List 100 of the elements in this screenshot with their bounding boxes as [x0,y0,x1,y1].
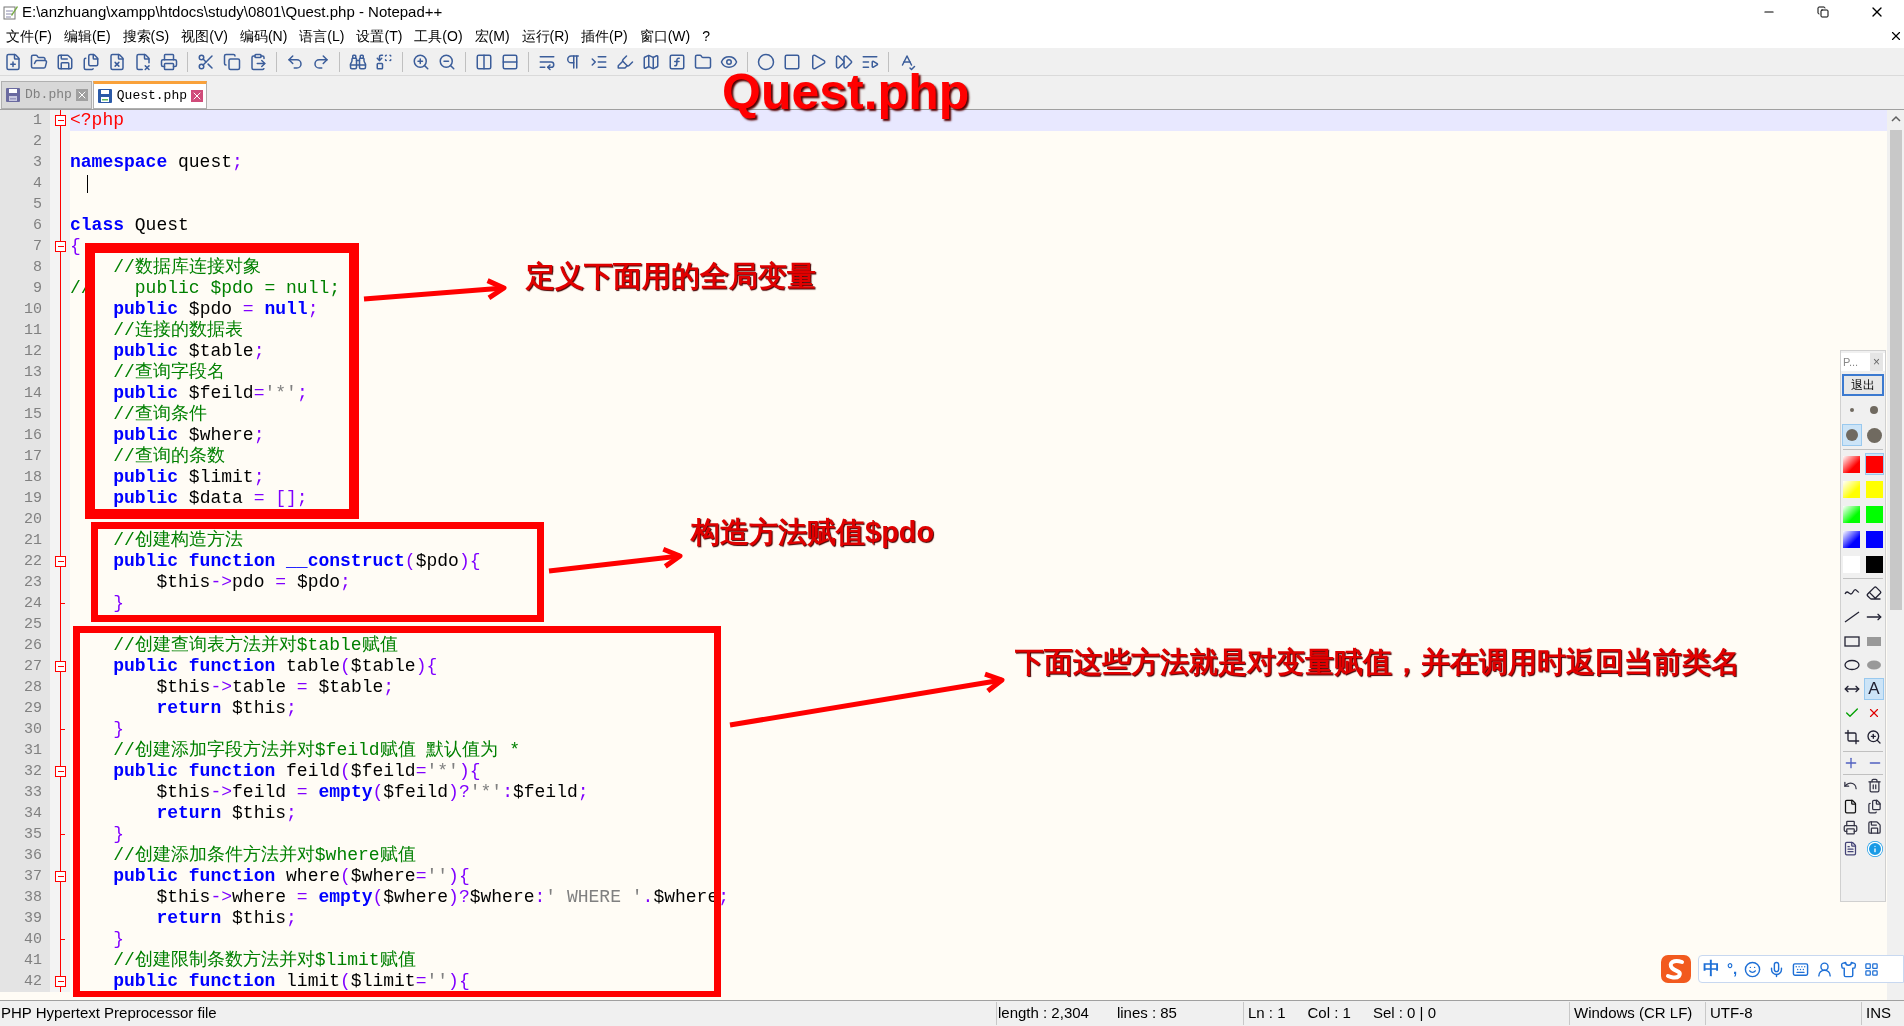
code-line: return $this; [155,908,297,929]
columns-icon[interactable] [475,52,493,71]
fold-toggle-icon[interactable] [55,871,66,882]
record-icon[interactable] [757,52,775,71]
map-icon[interactable] [642,52,660,71]
highlighter-icon[interactable] [616,52,634,71]
punctuation-toggle[interactable]: °, [1727,957,1738,981]
plus-icon[interactable] [1843,755,1859,771]
menu-item[interactable]: 运行(R) [515,25,575,47]
smiley-icon[interactable] [1744,960,1762,978]
eraser-icon [1866,585,1882,601]
insert-mode-label: INS [1861,1002,1891,1025]
fold-toggle-icon[interactable] [55,115,66,126]
line-number: 6 [0,215,50,236]
pen-size-option[interactable] [1842,424,1862,446]
file-tab[interactable]: Quest.php [92,81,208,109]
line-number: 20 [0,509,50,530]
pilcrow-icon[interactable] [564,52,582,71]
column-label: Col : 1 [1307,1003,1351,1024]
zoom-out-icon[interactable] [438,52,456,71]
undo-icon[interactable] [286,52,304,71]
fold-toggle-icon[interactable] [55,241,66,252]
fold-toggle-icon[interactable] [55,766,66,777]
close-file-icon[interactable] [108,52,126,71]
redo-icon[interactable] [312,52,330,71]
menu-item[interactable]: 窗口(W) [633,25,697,47]
save-icon[interactable] [1867,820,1882,835]
line-number: 42 [0,971,50,992]
function-icon[interactable] [668,52,686,71]
close-files-icon[interactable] [134,52,152,71]
code-line: public function __construct($pdo){ [112,551,481,572]
menu-item[interactable]: 语言(L) [293,25,351,47]
scroll-up-icon[interactable] [1890,114,1901,124]
scissors-icon[interactable] [197,52,215,71]
menu-item[interactable]: 编码(N) [233,25,294,47]
scrollbar-thumb[interactable] [1889,130,1902,610]
user-icon[interactable] [1816,960,1834,978]
binoculars-icon[interactable] [349,52,367,71]
copy-icon[interactable] [223,52,241,71]
restore-icon[interactable] [1817,6,1829,18]
folder-icon[interactable] [694,52,712,71]
stop-icon[interactable] [783,52,801,71]
fold-toggle-icon[interactable] [55,556,66,567]
menu-item[interactable]: 视图(V) [175,25,234,47]
menu-item[interactable]: 工具(O) [408,25,469,47]
info-icon[interactable] [1867,841,1883,857]
annotation-title: Quest.php [722,64,970,120]
menu-item[interactable]: 搜索(S) [116,25,176,47]
line-number: 32 [0,761,50,782]
replace-icon[interactable] [375,52,393,71]
line-position-label: Ln : 1 [1248,1003,1286,1024]
printer-icon[interactable] [160,52,178,71]
menu-item[interactable]: 插件(P) [575,25,634,47]
line-number: 23 [0,572,50,593]
line-number: 12 [0,341,50,362]
save-icon[interactable] [56,52,74,71]
printer-icon[interactable] [1843,820,1858,835]
copy-pages-icon[interactable] [1867,799,1882,814]
folder-icon[interactable] [30,52,48,71]
rows-icon[interactable] [501,52,519,71]
selection-label: Sel : 0 | 0 [1372,1003,1436,1024]
clipboard-icon[interactable] [249,52,267,71]
menu-item[interactable]: 宏(M) [468,25,516,47]
fast-forward-icon[interactable] [835,52,853,71]
fold-toggle-icon[interactable] [55,976,66,987]
close-document-icon[interactable] [1889,29,1903,43]
menu-item[interactable]: ? [696,25,717,47]
panel-close-button[interactable]: × [1870,353,1883,371]
line-number: 22 [0,551,50,572]
code-line: //创建限制条数方法并对$limit赋值 [112,950,416,971]
annotation-note: 下面这些方法就是对变量赋值，并在调用时返回当前类名 [1015,645,1740,680]
line-number: 2 [0,131,50,152]
code-line: public $data = []; [112,488,308,509]
code-line: public $limit; [112,467,265,488]
menu-item[interactable]: 编辑(E) [57,25,117,47]
grid-icon[interactable] [1864,961,1880,977]
line-number: 37 [0,866,50,887]
exit-button[interactable]: 退出 [1842,374,1884,396]
zoom-in-icon[interactable] [412,52,430,71]
keyboard-icon[interactable] [1792,960,1810,978]
menu-item[interactable]: 文件(F) [0,25,58,47]
input-method-logo-icon[interactable] [1660,954,1692,984]
zoom-icon [1866,729,1882,745]
page-icon[interactable] [1843,799,1858,814]
input-mode-toggle[interactable]: 中 [1703,956,1720,982]
save-icon [96,88,113,104]
tab-close-icon[interactable] [191,90,204,102]
note-icon[interactable] [1843,841,1858,856]
files-icon[interactable] [82,52,100,71]
menu-item[interactable]: 设置(T) [350,25,409,47]
drawing-tool[interactable]: A [1864,678,1884,700]
code-line: //创建添加条件方法并对$where赋值 [112,845,416,866]
shirt-icon[interactable] [1840,960,1858,978]
tab-close-icon[interactable] [75,89,88,101]
fold-toggle-icon[interactable] [55,661,66,672]
code-line: $this->pdo = $pdo; [155,572,351,593]
line-number: 40 [0,929,50,950]
trash-icon[interactable] [1867,778,1882,793]
play-icon[interactable] [809,52,827,71]
new-file-icon[interactable] [4,52,22,71]
